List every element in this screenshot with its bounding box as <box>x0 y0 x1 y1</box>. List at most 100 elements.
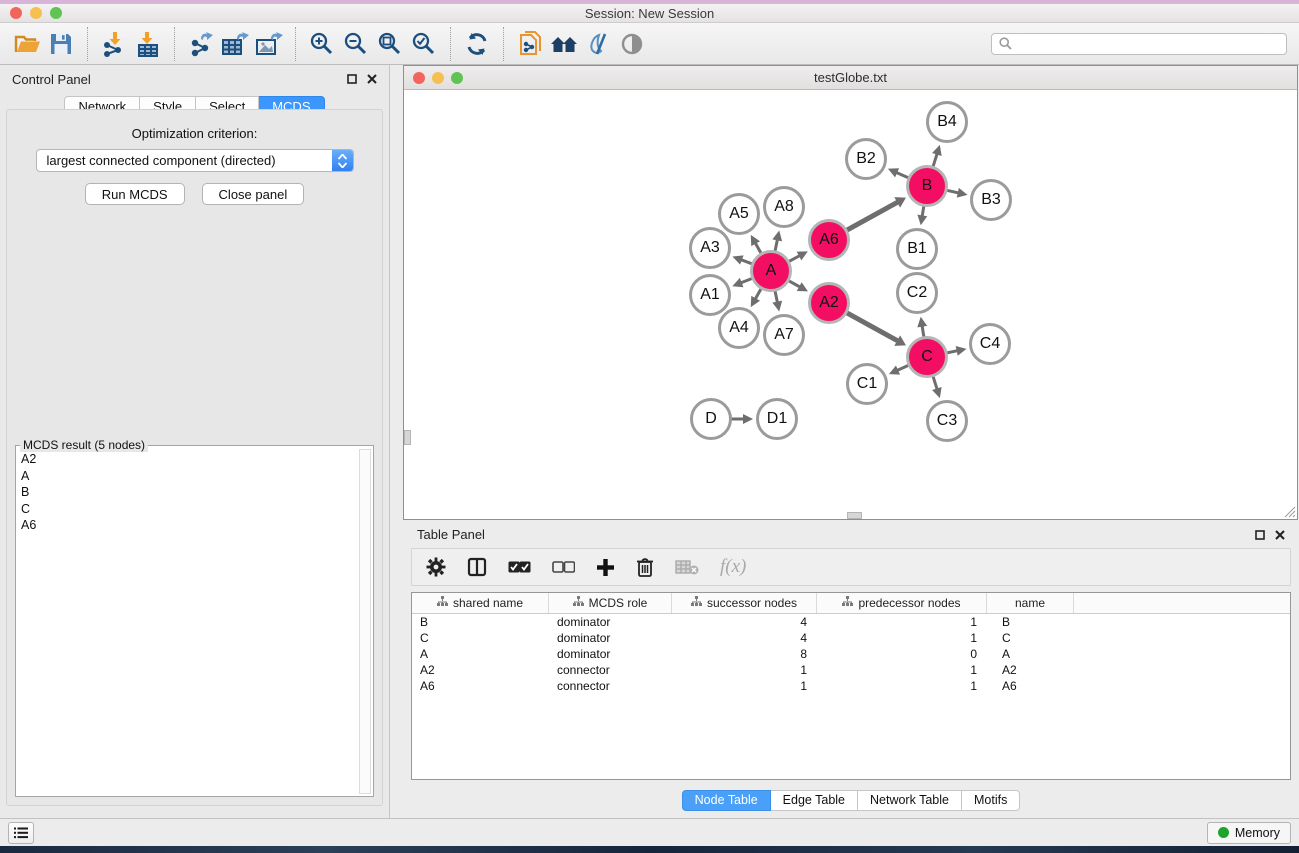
column-header-predecessor-nodes[interactable]: predecessor nodes <box>817 593 987 613</box>
column-header-name[interactable]: name <box>987 593 1074 613</box>
table-row[interactable]: Bdominator41B <box>412 614 1290 630</box>
network-column-icon <box>437 596 448 610</box>
save-session-icon[interactable] <box>44 27 78 61</box>
import-network-icon[interactable] <box>97 27 131 61</box>
graph-node-B3[interactable]: B3 <box>970 179 1012 221</box>
graph-node-B4[interactable]: B4 <box>926 101 968 143</box>
edge-A2-C[interactable] <box>845 312 906 346</box>
graph-node-C3[interactable]: C3 <box>926 400 968 442</box>
table-row[interactable]: A2connector11A2 <box>412 662 1290 678</box>
edge-A-A2[interactable] <box>787 280 808 292</box>
graph-node-D[interactable]: D <box>690 398 732 440</box>
run-mcds-button[interactable]: Run MCDS <box>85 183 185 205</box>
result-scrollbar[interactable] <box>359 449 371 794</box>
zoom-in-icon[interactable] <box>305 27 339 61</box>
deselect-all-icon[interactable] <box>552 560 575 574</box>
edge-A-A7[interactable] <box>772 289 782 312</box>
select-stepper-icon <box>332 149 353 172</box>
refresh-icon[interactable] <box>460 27 494 61</box>
open-session-icon[interactable] <box>10 27 44 61</box>
show-graphics-details-icon[interactable] <box>615 27 649 61</box>
edge-A-A4[interactable] <box>751 287 762 307</box>
network-window-titlebar: testGlobe.txt <box>404 66 1297 90</box>
select-all-icon[interactable] <box>508 560 531 574</box>
edge-D-D1[interactable] <box>729 414 753 424</box>
criterion-select[interactable]: largest connected component (directed) <box>36 149 354 172</box>
search-input[interactable] <box>1017 37 1279 51</box>
column-label: predecessor nodes <box>858 596 960 610</box>
edge-A6-B[interactable] <box>845 197 906 231</box>
resize-grip-icon[interactable] <box>1282 504 1296 518</box>
table-row[interactable]: Cdominator41C <box>412 630 1290 646</box>
edge-C-C3[interactable] <box>932 374 942 398</box>
edge-B-B3[interactable] <box>945 188 968 198</box>
graph-node-A5[interactable]: A5 <box>718 193 760 235</box>
zoom-out-icon[interactable] <box>339 27 373 61</box>
mcds-result-item[interactable]: B <box>16 484 358 501</box>
tab-node-table[interactable]: Node Table <box>682 790 771 811</box>
column-header-shared-name[interactable]: shared name <box>412 593 549 613</box>
table-cell: 8 <box>672 646 817 662</box>
mcds-result-item[interactable]: A6 <box>16 517 358 534</box>
delete-table-icon[interactable] <box>675 559 699 575</box>
delete-icon[interactable] <box>636 557 654 577</box>
graph-node-B2[interactable]: B2 <box>845 138 887 180</box>
export-table-icon[interactable] <box>218 27 252 61</box>
new-network-icon[interactable] <box>513 27 547 61</box>
function-builder-icon[interactable]: f(x) <box>720 556 746 578</box>
task-history-button[interactable] <box>8 822 34 844</box>
network-canvas[interactable]: B4 B2 B B3 A5A8A6 A3 B1 A A1 C2 A2 A4A7 C C4 C1 D D1 C3 <box>404 90 1297 519</box>
graph-node-A6[interactable]: A6 <box>808 219 850 261</box>
home-icon[interactable] <box>547 27 581 61</box>
hide-graphics-details-icon[interactable] <box>581 27 615 61</box>
mcds-result-item[interactable]: C <box>16 501 358 518</box>
close-panel-icon[interactable] <box>367 74 377 84</box>
graph-node-D1[interactable]: D1 <box>756 398 798 440</box>
add-icon[interactable] <box>596 558 615 577</box>
graph-node-A1[interactable]: A1 <box>689 274 731 316</box>
export-network-icon[interactable] <box>184 27 218 61</box>
edge-B-B1[interactable] <box>917 204 927 226</box>
graph-node-B[interactable]: B <box>906 165 948 207</box>
float-panel-icon[interactable] <box>1255 530 1265 540</box>
show-columns-icon[interactable] <box>467 557 487 577</box>
mcds-result-item[interactable]: A2 <box>16 451 358 468</box>
float-panel-icon[interactable] <box>347 74 357 84</box>
close-panel-button[interactable]: Close panel <box>202 183 305 205</box>
horizontal-scroll-handle[interactable] <box>847 512 862 519</box>
column-header-successor-nodes[interactable]: successor nodes <box>672 593 817 613</box>
vertical-scroll-handle[interactable] <box>404 430 411 445</box>
graph-node-A3[interactable]: A3 <box>689 227 731 269</box>
column-label: successor nodes <box>707 596 797 610</box>
graph-node-A[interactable]: A <box>750 250 792 292</box>
import-table-icon[interactable] <box>131 27 165 61</box>
table-settings-icon[interactable] <box>426 557 446 577</box>
mcds-result-item[interactable]: A <box>16 468 358 485</box>
graph-node-A4[interactable]: A4 <box>718 307 760 349</box>
graph-node-C[interactable]: C <box>906 336 948 378</box>
tab-motifs[interactable]: Motifs <box>962 790 1020 811</box>
table-cell: dominator <box>549 646 672 662</box>
column-header-MCDS-role[interactable]: MCDS role <box>549 593 672 613</box>
table-panel-header: Table Panel <box>403 522 1299 547</box>
search-box[interactable] <box>991 33 1287 55</box>
export-image-icon[interactable] <box>252 27 286 61</box>
table-row[interactable]: A6connector11A6 <box>412 678 1290 694</box>
close-panel-icon[interactable] <box>1275 530 1285 540</box>
zoom-fit-icon[interactable] <box>373 27 407 61</box>
graph-node-A2[interactable]: A2 <box>808 282 850 324</box>
graph-node-A7[interactable]: A7 <box>763 314 805 356</box>
tab-edge-table[interactable]: Edge Table <box>771 790 858 811</box>
graph-node-C2[interactable]: C2 <box>896 272 938 314</box>
graph-node-C1[interactable]: C1 <box>846 363 888 405</box>
edge-A-A6[interactable] <box>787 251 808 262</box>
memory-button[interactable]: Memory <box>1207 822 1291 844</box>
graph-node-C4[interactable]: C4 <box>969 323 1011 365</box>
table-row[interactable]: Adominator80A <box>412 646 1290 662</box>
zoom-selected-icon[interactable] <box>407 27 441 61</box>
graph-node-A8[interactable]: A8 <box>763 186 805 228</box>
tab-network-table[interactable]: Network Table <box>858 790 962 811</box>
graph-node-B1[interactable]: B1 <box>896 228 938 270</box>
main-toolbar <box>0 23 1299 65</box>
table-cell: 1 <box>817 614 987 630</box>
